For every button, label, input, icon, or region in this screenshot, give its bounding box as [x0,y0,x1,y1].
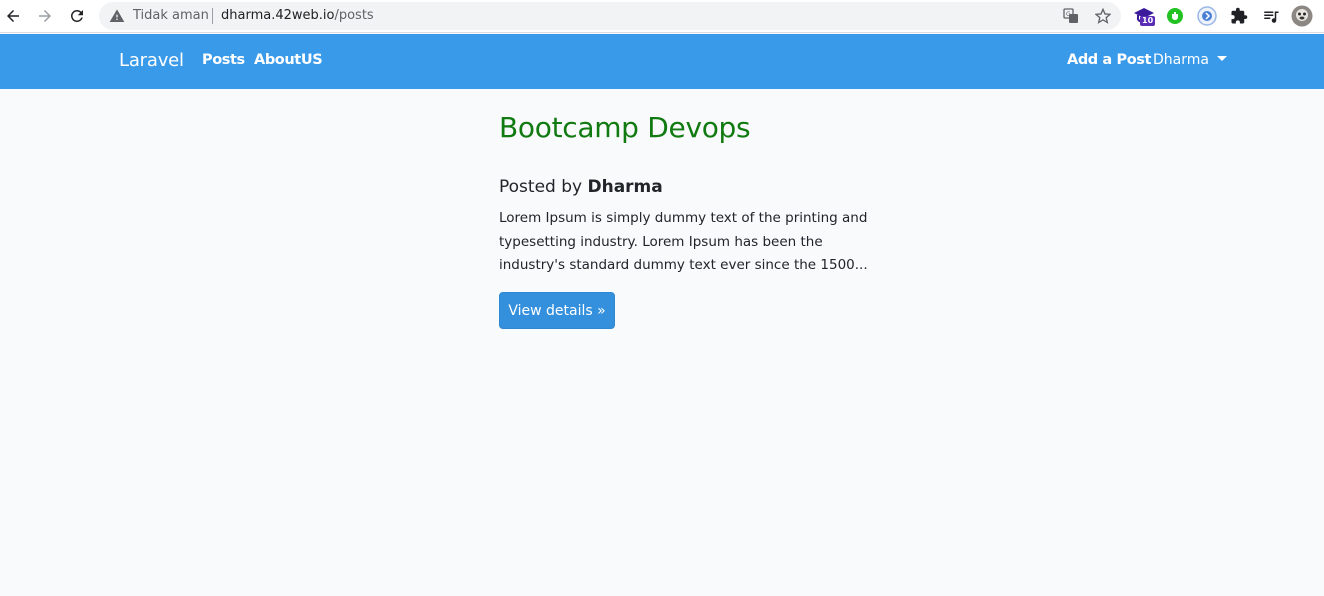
address-bar[interactable]: Tidak aman dharma.42web.io/posts G [99,2,1121,30]
extension-green-icon[interactable] [1164,5,1186,27]
user-dropdown[interactable]: Dharma [1153,52,1227,68]
excerpt-line: industry's standard dummy text ever sinc… [499,257,868,273]
user-name: Dharma [1153,52,1209,68]
url-host: dharma.42web.io [221,8,335,23]
arrow-left-icon [7,10,19,22]
add-post-link[interactable]: Add a Post [1067,52,1151,68]
warning-icon [109,9,125,22]
excerpt-line: Lorem Ipsum is simply dummy text of the … [499,210,868,226]
extensions-puzzle-icon[interactable] [1228,5,1250,27]
post-meta: Posted by Dharma [499,177,663,197]
arrow-right-icon [39,10,51,22]
url-path: /posts [334,8,374,23]
nav-link-aboutus[interactable]: AboutUS [254,52,323,68]
security-label[interactable]: Tidak aman [133,8,209,23]
view-details-button[interactable]: View details » [499,292,615,329]
reload-button[interactable] [65,5,89,27]
profile-avatar-icon[interactable] [1291,5,1313,27]
posted-by-label: Posted by [499,177,583,197]
forward-button[interactable] [33,5,57,27]
chevron-down-icon [1216,55,1227,61]
bookmark-star-icon[interactable] [1094,7,1112,25]
svg-text:G: G [1066,11,1071,18]
translate-icon[interactable]: G [1062,7,1080,25]
app-navbar: Laravel Posts AboutUS Add a Post Dharma [0,34,1324,89]
url-text[interactable]: dharma.42web.io/posts [221,8,374,23]
extension-badge: 10 [1140,16,1156,26]
post-author: Dharma [587,177,663,197]
post-excerpt: Lorem Ipsum is simply dummy text of the … [499,207,869,278]
nav-link-posts[interactable]: Posts [202,52,245,68]
back-button[interactable] [1,5,25,27]
post-title[interactable]: Bootcamp Devops [499,111,751,144]
omnibox-divider [212,8,213,24]
excerpt-line: typesetting industry. Lorem Ipsum has be… [499,233,823,250]
extension-blue-circle-icon[interactable] [1196,5,1218,27]
brand-link[interactable]: Laravel [119,50,184,71]
browser-toolbar: Tidak aman dharma.42web.io/posts G 10 [0,0,1324,33]
reload-icon [70,9,83,22]
extension-graduation-icon[interactable]: 10 [1133,5,1156,27]
media-queue-icon[interactable] [1260,5,1282,27]
